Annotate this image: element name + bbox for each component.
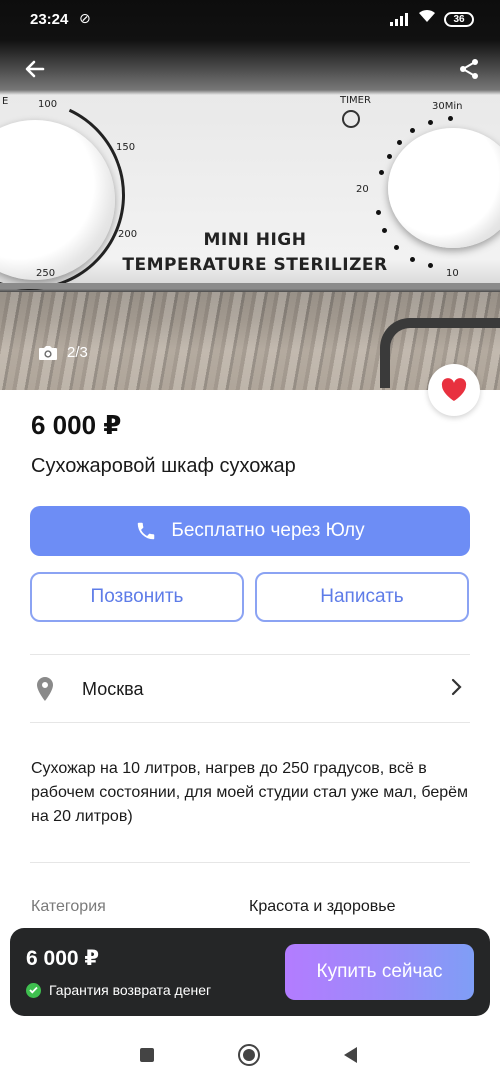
category-label: Категория (31, 898, 106, 915)
timer-tick: 10 (446, 268, 459, 279)
device-base (0, 283, 500, 289)
timer-dot (387, 154, 392, 159)
timer-icon (342, 110, 360, 128)
back-button[interactable] (18, 52, 52, 86)
signal-icon (390, 12, 408, 26)
message-button[interactable]: Написать (255, 572, 469, 622)
divider (30, 862, 470, 863)
product-photo[interactable]: E 100 150 200 250 TIMER 30Min 20 10 MINI… (0, 0, 500, 390)
dial-tick: 150 (116, 142, 136, 153)
timer-dot (428, 120, 433, 125)
heart-icon (441, 378, 467, 401)
location-pin-icon (30, 676, 60, 702)
timer-tick: 20 (356, 184, 369, 195)
timer-dot (448, 116, 453, 121)
timer-dot (376, 210, 381, 215)
timer-dot (428, 263, 433, 268)
chevron-right-icon (450, 676, 470, 702)
photo-counter: 2/3 (38, 344, 88, 361)
system-back-button[interactable] (344, 1047, 357, 1063)
timer-dot (410, 257, 415, 262)
timer-dot (394, 245, 399, 250)
timer-dial (388, 128, 500, 248)
dial-tick: E (2, 96, 9, 107)
divider (30, 654, 470, 655)
timer-dot (410, 128, 415, 133)
free-via-yula-label: Бесплатно через Юлу (171, 520, 365, 541)
dial-tick: 100 (38, 99, 58, 110)
timer-tick: 30Min (432, 101, 463, 112)
dial-tick: 200 (118, 229, 138, 240)
product-label-line1: MINI HIGH (203, 230, 307, 250)
buy-bar: 6 000 ₽ Гарантия возврата денег Купить с… (10, 928, 490, 1016)
timer-dot (382, 228, 387, 233)
location-row[interactable]: Москва (30, 656, 470, 722)
timer-label: TIMER (340, 95, 371, 106)
status-time: 23:24 (30, 11, 69, 28)
status-bar: 23:24 ⊘ 36 (0, 0, 500, 40)
product-label-line2: TEMPERATURE STERILIZER (122, 255, 388, 275)
listing-title: Сухожаровой шкаф сухожар (31, 455, 296, 477)
dial-tick: 250 (36, 268, 56, 279)
buy-now-button[interactable]: Купить сейчас (285, 944, 474, 1000)
photo-counter-text: 2/3 (67, 344, 88, 361)
category-value: Красота и здоровье (249, 898, 396, 915)
listing-price: 6 000 ₽ (31, 410, 122, 440)
message-button-label: Написать (320, 586, 404, 607)
camera-icon (39, 345, 57, 360)
battery-indicator: 36 (444, 12, 474, 27)
system-nav-bar (0, 1024, 500, 1086)
buy-bar-price: 6 000 ₽ (26, 947, 99, 970)
call-button[interactable]: Позвонить (30, 572, 244, 622)
call-button-label: Позвонить (90, 586, 184, 607)
share-button[interactable] (452, 52, 486, 86)
money-back-guarantee: Гарантия возврата денег (26, 982, 211, 998)
home-button[interactable] (238, 1044, 260, 1066)
listing-description: Сухожар на 10 литров, нагрев до 250 град… (31, 760, 469, 825)
back-arrow-icon (25, 60, 45, 78)
check-icon (26, 982, 41, 998)
favorite-button[interactable] (428, 364, 480, 416)
location-city: Москва (82, 678, 144, 699)
wifi-icon (418, 9, 436, 27)
do-not-disturb-icon: ⊘ (79, 10, 91, 26)
divider (30, 722, 470, 723)
guarantee-text: Гарантия возврата денег (49, 982, 212, 998)
timer-dot (379, 170, 384, 175)
dial-scale-arc (0, 73, 152, 317)
free-via-yula-button[interactable]: Бесплатно через Юлу (30, 506, 470, 556)
phone-icon (138, 522, 155, 540)
timer-dot (397, 140, 402, 145)
recent-apps-button[interactable] (140, 1048, 154, 1062)
share-icon (460, 59, 478, 79)
